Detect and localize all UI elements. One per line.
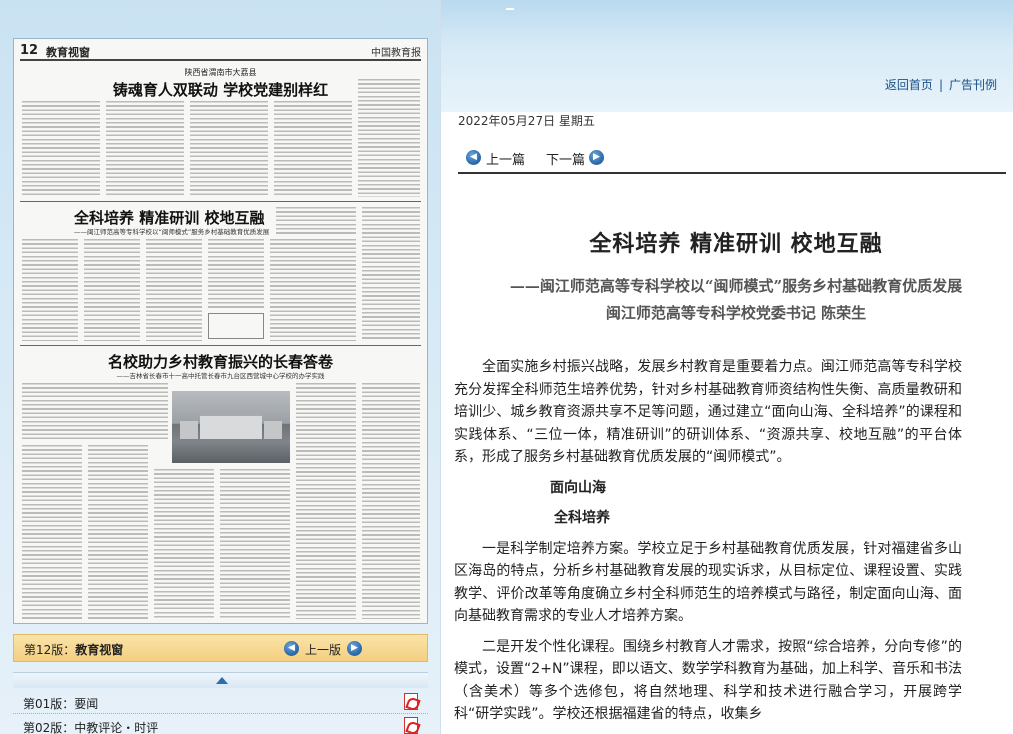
newspaper-headline-2-sub: ——闽江师范高等专科学校以“闽师模式”服务乡村基础教育优质发展 xyxy=(74,228,270,236)
edition-label-name: 教育视窗 xyxy=(75,643,124,657)
article-author: 闽江师范高等专科学校党委书记 陈荣生 xyxy=(605,304,867,322)
issue-date: 2022年05月27日 星期五 xyxy=(458,114,595,128)
article-paragraph: 二是开发个性化课程。围绕乡村教育人才需求，按照“综合培养，分向专修”的模式，设置… xyxy=(454,638,962,723)
edition-label: 第12版：教育视窗 xyxy=(24,641,123,658)
newspaper-page-number: 12 xyxy=(20,43,39,58)
newspaper-text-column xyxy=(154,469,214,619)
newspaper-text-column xyxy=(22,383,168,439)
article-body: 全面实施乡村振兴战略，发展乡村教育是重要着力点。闽江师范高等专科学校充分发挥全科… xyxy=(454,356,962,734)
article-paragraph: 全面实施乡村振兴战略，发展乡村教育是重要着力点。闽江师范高等专科学校充分发挥全科… xyxy=(454,359,962,465)
newspaper-rule xyxy=(20,201,421,202)
pdf-icon[interactable] xyxy=(404,717,418,734)
ad-rates-link[interactable]: 广告刊例 xyxy=(949,78,997,92)
next-article-link[interactable]: 下一篇 xyxy=(546,149,585,168)
article-section-heading: 面向山海 xyxy=(550,479,606,496)
home-link[interactable]: 返回首页 xyxy=(885,78,933,92)
newspaper-text-column xyxy=(358,79,420,197)
newspaper-text-column xyxy=(208,239,264,309)
right-arrow-circle-icon[interactable]: ▶ xyxy=(589,150,604,165)
newspaper-headline-3[interactable]: 名校助力乡村教育振兴的长春答卷 xyxy=(14,351,427,372)
edition-label-prefix: 第12版： xyxy=(24,643,76,657)
newspaper-text-column xyxy=(190,101,268,197)
right-arrow-circle-icon[interactable]: ▶ xyxy=(347,641,362,656)
edition-list-item[interactable]: 第01版：要闻 xyxy=(13,690,428,714)
newspaper-text-column xyxy=(106,101,184,197)
newspaper-text-column xyxy=(362,383,420,619)
article-paragraph: 一是科学制定培养方案。学校立足于乡村基础教育优质发展，针对福建省多山区海岛的特点… xyxy=(454,540,962,625)
newspaper-header: 12 教育视窗 中国教育报 xyxy=(20,43,421,61)
left-arrow-circle-icon[interactable]: ◀ xyxy=(466,150,481,165)
newspaper-text-column xyxy=(22,101,100,197)
newspaper-text-column xyxy=(22,239,78,341)
panel-divider xyxy=(440,0,441,734)
newspaper-text-column xyxy=(296,383,356,619)
pdf-icon[interactable] xyxy=(404,693,418,710)
newspaper-text-column xyxy=(84,239,140,341)
newspaper-pullquote-box xyxy=(208,313,264,339)
newspaper-headline-2[interactable]: 全科培养 精准研训 校地互融 xyxy=(74,207,264,228)
newspaper-text-column xyxy=(88,445,148,619)
newspaper-photo xyxy=(172,391,290,463)
newspaper-text-column xyxy=(274,101,352,197)
edition-item-name: 中教评论・时评 xyxy=(74,721,159,734)
left-arrow-circle-icon[interactable]: ◀ xyxy=(284,641,299,656)
edition-item-label[interactable]: 第02版：中教评论・时评 xyxy=(23,719,158,734)
newspaper-section: 教育视窗 xyxy=(46,46,90,59)
left-panel: 12 教育视窗 中国教育报 陕西省渭南市大荔县 铸魂育人双联动 学校党建别样红 … xyxy=(0,0,440,734)
edition-bar: 第12版：教育视窗 ◀ 上一版 ▶ xyxy=(13,634,428,662)
newspaper-text-column xyxy=(362,207,420,341)
newspaper-rule xyxy=(20,345,421,346)
link-separator: | xyxy=(938,78,943,92)
newspaper-kicker: 陕西省渭南市大荔县 xyxy=(184,68,257,77)
newspaper-text-column xyxy=(220,469,290,619)
photo-building xyxy=(180,421,198,439)
previous-edition-link[interactable]: 上一版 xyxy=(305,641,341,658)
collapse-triangle-icon[interactable] xyxy=(216,677,228,684)
newspaper-page-image[interactable]: 12 教育视窗 中国教育报 陕西省渭南市大荔县 铸魂育人双联动 学校党建别样红 … xyxy=(13,38,428,624)
newspaper-text-column xyxy=(270,239,356,341)
article-title: 全科培养 精准研训 校地互融 xyxy=(589,231,883,257)
top-links: 返回首页 | 广告刊例 xyxy=(885,76,997,93)
newspaper-text-column xyxy=(276,207,356,235)
article-nav: ◀ 上一篇 下一篇 ▶ xyxy=(458,146,1006,174)
newspaper-headline-3-sub: ——吉林省长春市十一高中托管长春市九台区西营城中心学校的办学实践 xyxy=(116,372,325,380)
edition-item-label[interactable]: 第01版：要闻 xyxy=(23,695,98,712)
article-subtitle: ——闽江师范高等专科学校以“闽师模式”服务乡村基础教育优质发展 xyxy=(509,277,963,295)
banner-decoration xyxy=(506,8,514,10)
edition-list-item[interactable]: 第02版：中教评论・时评 xyxy=(13,714,428,734)
newspaper-brand: 中国教育报 xyxy=(371,48,421,59)
edition-item-prefix: 第02版： xyxy=(23,721,75,734)
edition-item-name: 要闻 xyxy=(74,697,99,711)
newspaper-text-column xyxy=(22,445,82,619)
photo-building xyxy=(200,413,262,439)
article-section-heading: 全科培养 xyxy=(554,510,610,526)
edition-item-prefix: 第01版： xyxy=(23,697,75,711)
photo-building xyxy=(264,421,282,439)
previous-article-link[interactable]: 上一篇 xyxy=(486,149,525,168)
edition-list-toggle[interactable] xyxy=(13,672,428,688)
newspaper-text-column xyxy=(146,239,202,341)
